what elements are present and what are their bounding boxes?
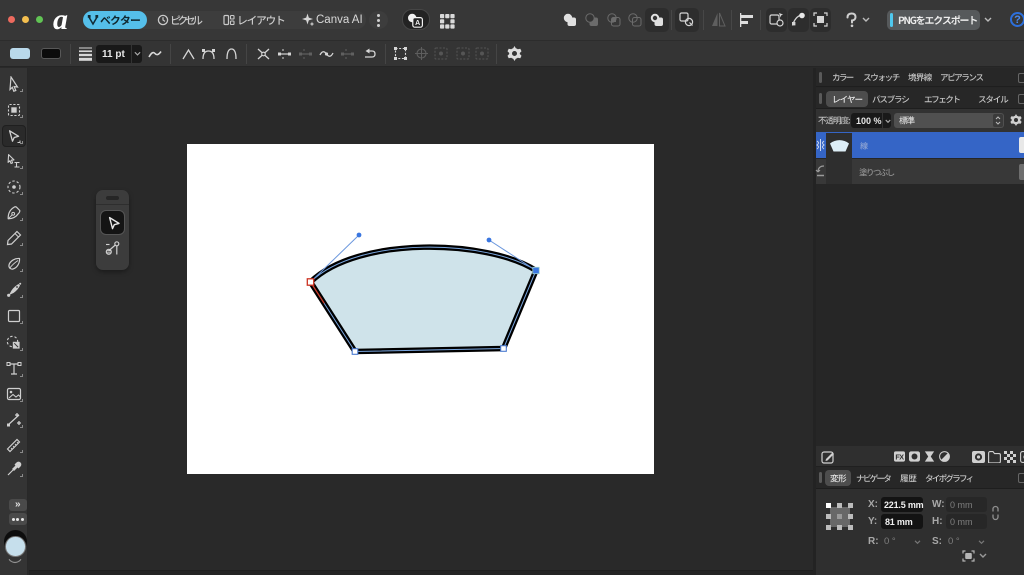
svg-text:FX: FX	[895, 452, 904, 461]
svg-text:A: A	[415, 20, 420, 27]
